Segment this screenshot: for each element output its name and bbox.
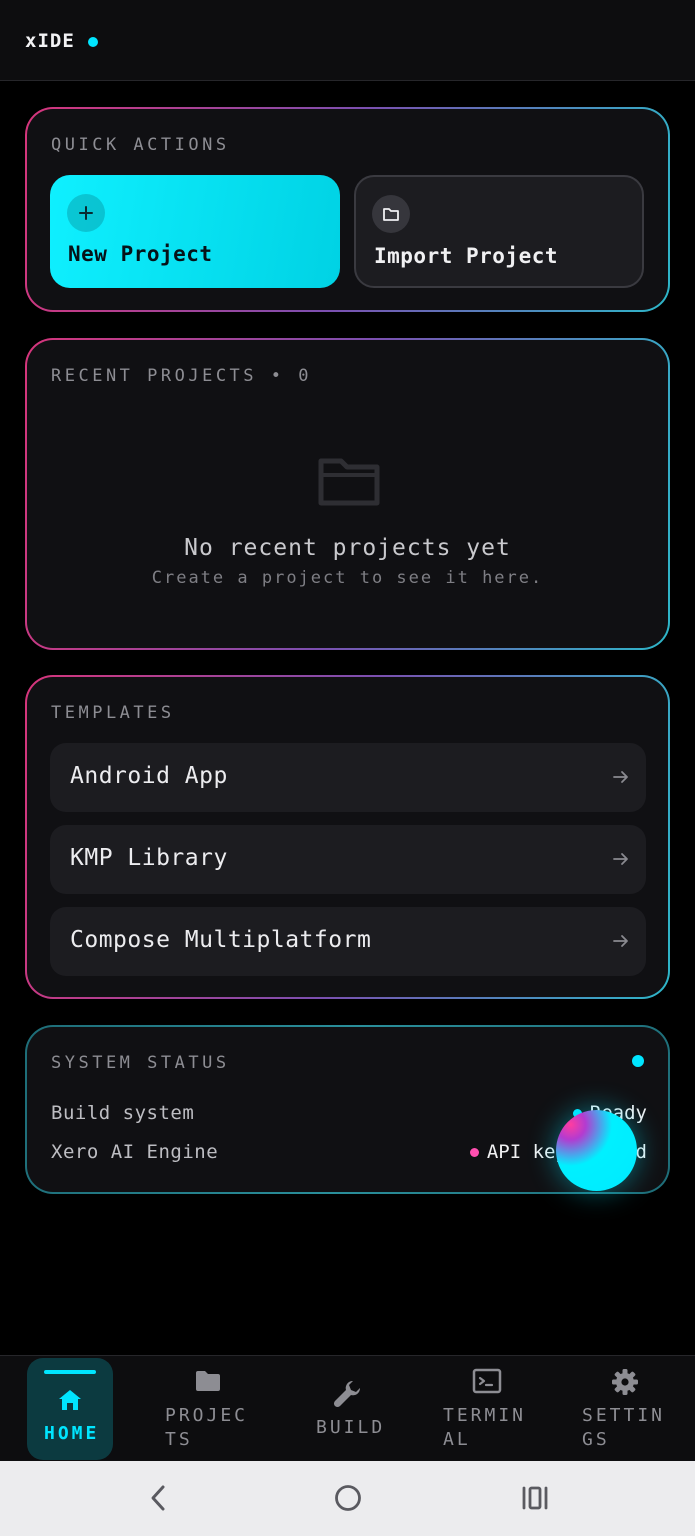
top-bar: xIDE bbox=[0, 0, 695, 81]
ai-assistant-orb-button[interactable] bbox=[556, 1110, 637, 1191]
nav-home[interactable]: HOME bbox=[27, 1358, 113, 1460]
status-row-build-system: Build system Ready bbox=[51, 1102, 647, 1128]
system-status-heading: SYSTEM STATUS bbox=[51, 1053, 230, 1073]
new-project-button[interactable]: New Project bbox=[50, 175, 340, 288]
template-label: Android App bbox=[70, 763, 228, 789]
status-name: Xero AI Engine bbox=[51, 1141, 219, 1163]
arrow-right-icon bbox=[612, 850, 630, 872]
nav-terminal[interactable]: TERMIN AL bbox=[430, 1356, 540, 1462]
new-project-label: New Project bbox=[68, 242, 213, 266]
folder-outline-icon bbox=[317, 455, 381, 511]
nav-settings[interactable]: SETTIN GS bbox=[570, 1356, 680, 1462]
gear-icon bbox=[611, 1368, 639, 1400]
template-android-app[interactable]: Android App bbox=[50, 743, 646, 812]
nav-projects[interactable]: PROJEC TS bbox=[150, 1356, 265, 1462]
status-name: Build system bbox=[51, 1102, 195, 1124]
wrench-icon bbox=[331, 1378, 363, 1414]
back-icon[interactable] bbox=[146, 1483, 170, 1517]
app-root: xIDE QUICK ACTIONS New Project Import Pr… bbox=[0, 0, 695, 1536]
import-project-button[interactable]: Import Project bbox=[354, 175, 644, 288]
import-project-label: Import Project bbox=[374, 244, 559, 268]
system-navigation-bar bbox=[0, 1461, 695, 1536]
templates-heading: TEMPLATES bbox=[51, 703, 175, 723]
recent-apps-icon[interactable] bbox=[520, 1483, 550, 1517]
app-title: xIDE bbox=[25, 30, 75, 52]
bottom-nav: HOME PROJEC TS BUILD TERMIN AL SETTIN GS bbox=[0, 1355, 695, 1461]
nav-home-label: HOME bbox=[44, 1423, 100, 1444]
folder-icon bbox=[194, 1370, 222, 1396]
template-label: KMP Library bbox=[70, 845, 228, 871]
system-status-dot bbox=[632, 1055, 644, 1067]
templates-card: TEMPLATES Android App KMP Library Compos… bbox=[25, 675, 670, 999]
arrow-right-icon bbox=[612, 768, 630, 790]
home-circle-icon[interactable] bbox=[333, 1483, 363, 1517]
recent-projects-card: RECENT PROJECTS • 0 No recent projects y… bbox=[25, 338, 670, 650]
recent-projects-heading: RECENT PROJECTS • 0 bbox=[51, 366, 312, 386]
arrow-right-icon bbox=[612, 932, 630, 954]
empty-state-title: No recent projects yet bbox=[184, 535, 511, 561]
home-icon bbox=[57, 1388, 83, 1416]
folder-icon bbox=[372, 195, 410, 233]
template-kmp-library[interactable]: KMP Library bbox=[50, 825, 646, 894]
template-compose-multiplatform[interactable]: Compose Multiplatform bbox=[50, 907, 646, 976]
nav-terminal-label: TERMIN AL bbox=[443, 1405, 527, 1450]
terminal-icon bbox=[472, 1368, 502, 1398]
nav-projects-label: PROJEC TS bbox=[165, 1405, 249, 1450]
quick-actions-heading: QUICK ACTIONS bbox=[51, 135, 230, 155]
empty-state-subtitle: Create a project to see it here. bbox=[151, 568, 544, 588]
status-dot bbox=[469, 1147, 479, 1157]
nav-build[interactable]: BUILD bbox=[300, 1356, 395, 1462]
nav-settings-label: SETTIN GS bbox=[582, 1405, 666, 1450]
template-label: Compose Multiplatform bbox=[70, 927, 372, 953]
nav-build-label: BUILD bbox=[316, 1417, 386, 1438]
active-indicator bbox=[44, 1370, 96, 1374]
quick-actions-card: QUICK ACTIONS New Project Import Project bbox=[25, 107, 670, 312]
plus-icon bbox=[67, 194, 105, 232]
status-indicator-dot bbox=[88, 37, 98, 47]
